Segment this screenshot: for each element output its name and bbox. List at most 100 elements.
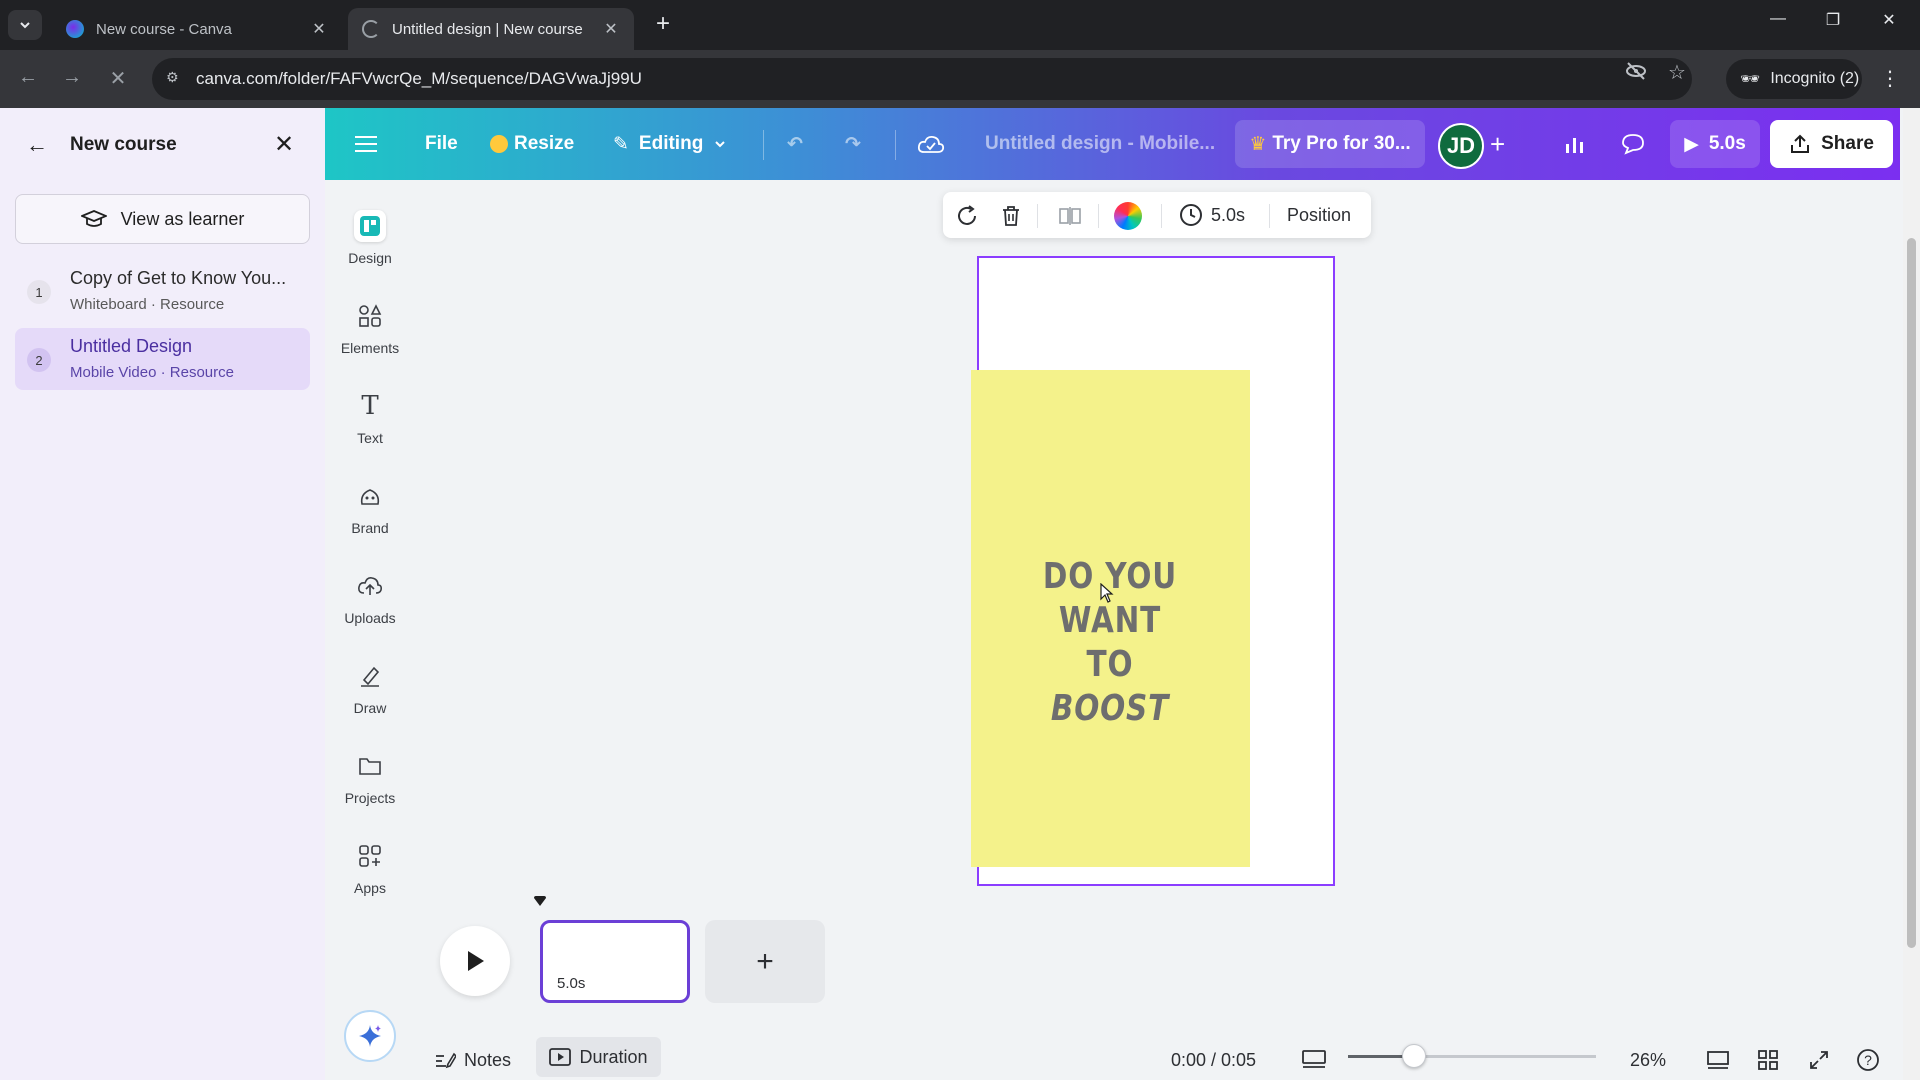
notes-label: Notes [464,1049,512,1070]
divider [1161,204,1162,228]
back-arrow-icon[interactable]: ← [14,66,42,89]
elements-icon [354,300,386,332]
close-tab-icon[interactable]: ✕ [602,19,620,39]
cloud-saved-icon[interactable] [917,108,945,180]
sidebar-item-brand[interactable]: Brand [325,476,415,552]
insights-chart-icon[interactable] [1550,120,1600,168]
resize-button[interactable]: Resize [490,108,574,180]
zoom-slider[interactable] [1348,1055,1596,1058]
close-window-icon[interactable]: ✕ [1866,10,1912,30]
editing-mode-dropdown[interactable]: ✎ Editing [613,108,727,180]
sidebar-item-apps[interactable]: Apps [325,836,415,912]
grid-view-icon[interactable] [1757,1040,1779,1080]
hamburger-menu-icon[interactable] [355,108,377,180]
try-pro-label: Try Pro for 30... [1272,133,1411,154]
help-icon[interactable]: ? [1856,1040,1880,1080]
file-menu[interactable]: File [425,108,458,180]
zoom-slider-handle[interactable] [1402,1044,1426,1068]
sidebar-item-draw[interactable]: Draw [325,656,415,732]
site-info-icon[interactable]: ⚙ [166,69,186,89]
back-arrow-icon[interactable]: ← [26,132,48,158]
resource-type: Mobile Video · Resource [70,364,234,381]
regenerate-icon[interactable] [953,202,981,230]
redo-icon[interactable]: ↷ [845,108,861,180]
editing-label: Editing [638,133,704,154]
document-title[interactable]: Untitled design - Mobile... [985,108,1215,180]
browser-tab-bar: New course - Canva ✕ Untitled design | N… [0,0,1920,50]
browser-menu-icon[interactable]: ⋮ [1880,66,1900,91]
minimize-window-icon[interactable]: — [1755,10,1801,28]
page-view-icon[interactable] [1706,1040,1730,1080]
uploads-icon [354,570,386,602]
resource-type: Whiteboard · Resource [70,296,225,313]
sidebar-item-text[interactable]: T Text [325,386,415,462]
draw-icon [354,660,386,692]
add-page-button[interactable]: + [705,920,825,1003]
timeline-clip[interactable]: 5.0s [540,920,690,1003]
trash-icon[interactable] [997,202,1025,230]
duration-button[interactable]: Duration [536,1037,661,1077]
browser-tab-untitled-design[interactable]: Untitled design | New course ✕ [348,8,634,50]
course-resource-item-selected[interactable]: 2 Untitled Design Mobile Video · Resourc… [15,328,310,390]
close-icon[interactable]: ✕ [274,130,294,159]
close-tab-icon[interactable]: ✕ [310,19,328,39]
pencil-icon: ✎ [613,133,629,155]
share-button[interactable]: Share [1770,120,1893,168]
try-pro-button[interactable]: ♛ Try Pro for 30... [1235,120,1425,168]
element-context-toolbar: 5.0s Position [943,192,1371,238]
playhead-marker-icon[interactable] [534,896,546,908]
projects-icon [354,750,386,782]
scrollbar-thumb[interactable] [1907,238,1916,948]
chevron-down-icon [715,141,726,148]
incognito-label: Incognito (2) [1770,70,1860,87]
crown-icon: ♛ [1249,133,1267,155]
playback-time: 0:00 / 0:05 [1171,1049,1257,1070]
tab-title: Untitled design | New course [392,20,583,38]
sidebar-item-elements[interactable]: Elements [325,296,415,372]
page-duration-button[interactable]: 5.0s [1179,192,1245,238]
course-title: New course [70,134,177,155]
divider [1098,204,1099,228]
bookmark-star-icon[interactable]: ☆ [1668,60,1686,85]
url-field[interactable]: ⚙ canva.com/folder/FAFVwcrQe_M/sequence/… [152,58,1692,100]
avatar[interactable]: JD [1438,123,1484,169]
split-page-icon[interactable] [1056,202,1084,230]
view-as-learner-label: View as learner [120,208,245,229]
zoom-percentage[interactable]: 26% [1630,1040,1666,1080]
play-icon: ▶ [1684,133,1699,155]
restore-window-icon[interactable]: ❐ [1810,10,1856,30]
play-preview-button[interactable]: ▶ 5.0s [1670,120,1760,168]
view-as-learner-button[interactable]: View as learner [15,194,310,244]
notes-button[interactable]: Notes [434,1040,511,1080]
fullscreen-icon[interactable] [1808,1040,1830,1080]
sidebar-label: Apps [354,880,386,896]
sidebar-item-design[interactable]: Design [325,206,415,282]
resource-number: 2 [27,348,51,372]
page-scrollbar[interactable] [1903,108,1920,1080]
tab-list-button[interactable] [8,10,42,40]
editor-side-panel: Design Elements T Text Brand Uploads Dra… [325,180,415,1080]
comment-icon[interactable] [1608,120,1658,168]
sidebar-item-uploads[interactable]: Uploads [325,566,415,642]
forward-arrow-icon[interactable]: → [58,66,86,89]
play-button[interactable] [440,926,510,996]
sidebar-label: Draw [353,700,387,716]
sidebar-item-projects[interactable]: Projects [325,746,415,822]
course-panel: ← New course ✕ View as learner 1 Copy of… [0,108,325,1080]
stop-loading-icon[interactable]: ✕ [104,66,132,91]
position-button[interactable]: Position [1287,192,1351,238]
undo-icon[interactable]: ↶ [787,108,803,180]
new-tab-button[interactable]: + [648,10,678,38]
tab-title: New course - Canva [96,20,232,38]
magic-assistant-button[interactable] [344,1010,396,1062]
course-resource-item[interactable]: 1 Copy of Get to Know You... Whiteboard … [15,260,310,322]
browser-tab-new-course[interactable]: New course - Canva ✕ [52,8,342,50]
incognito-badge[interactable]: 🕶 Incognito (2) [1726,59,1862,99]
headline-text-element[interactable]: DO YOU WANT TO BOOST [1036,555,1184,731]
sidebar-label: Uploads [344,610,396,626]
sidebar-label: Projects [344,790,396,806]
timeline-view-icon[interactable] [1301,1040,1327,1080]
eye-off-icon[interactable] [1625,60,1647,88]
add-collaborator-icon[interactable]: + [1490,108,1505,180]
color-picker-icon[interactable] [1114,202,1142,230]
